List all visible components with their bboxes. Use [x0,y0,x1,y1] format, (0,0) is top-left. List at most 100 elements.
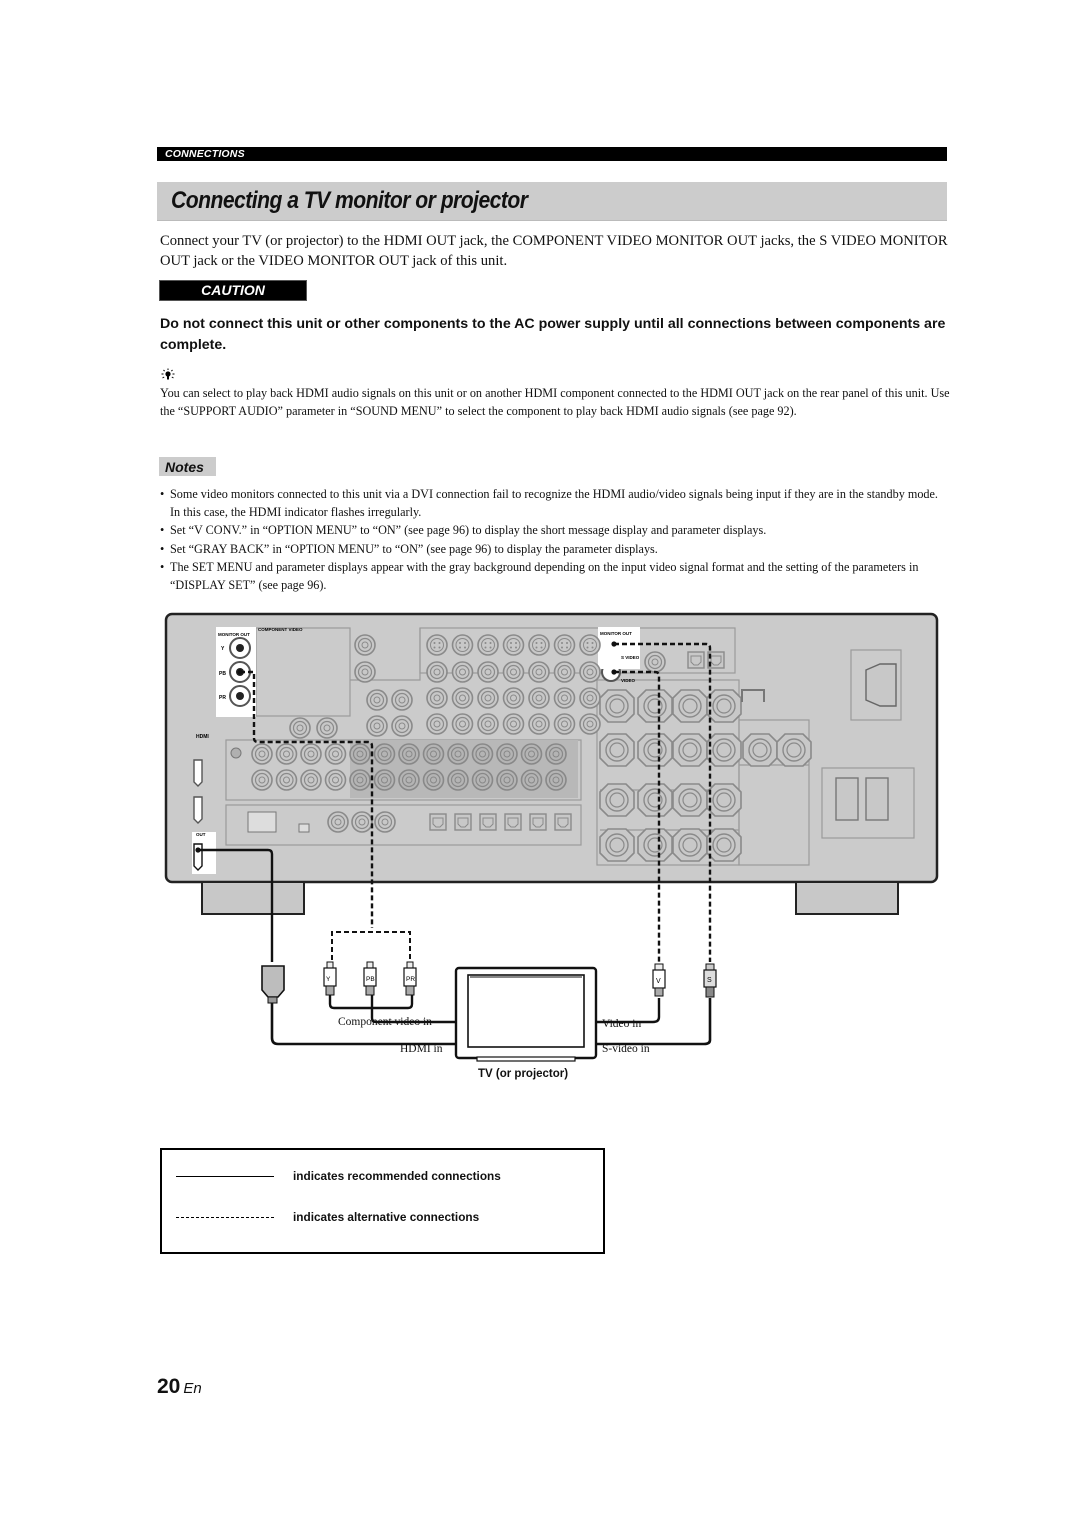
video-input-jack [502,713,525,735]
connection-diagram: MONITOR OUT COMPONENT VIDEO Y PB PR HDMI… [160,605,950,1105]
rca-jack [366,689,388,711]
component-plug: PR [403,961,417,996]
plug-label: Y [326,976,331,983]
plug-label: PB [366,976,375,983]
speaker-terminal [637,828,673,862]
audio-input-jack [373,769,396,791]
optical-input-jack [429,813,447,831]
page-language: En [183,1380,202,1397]
s-video-label: S VIDEO [621,655,640,660]
s-video-input-jack [553,634,576,656]
optical-input-jack [529,813,547,831]
hdmi-label: HDMI [196,734,209,740]
audio-input-jack [275,769,298,791]
note-item: Set “V CONV.” in “OPTION MENU” to “ON” (… [160,522,950,540]
video-input-jack [553,687,576,709]
page-number: 20 En [157,1375,202,1399]
video-input-jack [579,713,601,735]
video-input-jack [502,661,525,683]
notes-list: Some video monitors connected to this un… [160,486,950,595]
audio-input-jack [471,743,494,765]
audio-input-jack [251,743,273,765]
audio-input-jack [324,769,347,791]
audio-input-jack [349,743,371,765]
s-video-input-jack [451,634,474,656]
video-input-jack [451,713,474,735]
video-input-jack [451,661,474,683]
receiver-rear-panel-diagram: MONITOR OUT COMPONENT VIDEO Y PB PR HDMI… [164,612,939,1062]
legend-box: indicates recommended connections indica… [160,1148,605,1254]
rca-jack [366,715,388,737]
rca-jack [354,661,376,683]
audio-input-jack [324,743,347,765]
speaker-terminal [706,828,742,862]
video-input-jack [528,713,550,735]
speaker-terminal [706,733,742,767]
video-plug: V [652,963,666,997]
legend-alternative-text: indicates alternative connections [293,1210,480,1224]
video-input-jack [477,661,499,683]
dashed-line-swatch [176,1217,274,1218]
speaker-terminal [637,689,673,723]
note-item: Set “GRAY BACK” in “OPTION MENU” to “ON”… [160,541,950,559]
rca-jack [391,689,413,711]
tv-monitor [454,966,598,1062]
video-input-jack [477,713,499,735]
optical-jack [687,651,705,669]
audio-input-jack [275,743,298,765]
page-title-bar: Connecting a TV monitor or projector [157,182,947,221]
notes-label: Notes [165,459,204,475]
video-input-jack [426,687,448,709]
intro-paragraph: Connect your TV (or projector) to the HD… [160,233,948,269]
rca-jack [289,717,311,739]
video-input-jack [451,687,474,709]
audio-input-jack [422,769,445,791]
note-item: The SET MENU and parameter displays appe… [160,559,950,594]
speaker-terminal [599,783,635,817]
rs232-port [247,811,277,833]
video-input-jack [426,661,448,683]
audio-input-jack [545,743,567,765]
lightbulb-icon [161,368,175,380]
note-item: Some video monitors connected to this un… [160,486,950,521]
monitor-out-label: MONITOR OUT [218,632,250,637]
ac-inlet [865,663,897,707]
usb-port [298,823,310,833]
speaker-terminal [599,828,635,862]
caution-label: CAUTION [201,282,265,298]
speaker-terminal [672,689,708,723]
optical-input-jack [554,813,572,831]
speaker-terminal [599,689,635,723]
speaker-terminal [637,733,673,767]
monitor-out-label-right: MONITOR OUT [600,631,632,636]
receiver-foot-left [201,881,305,915]
optical-input-jack [479,813,497,831]
rca-jack [374,811,396,833]
audio-input-jack [520,743,543,765]
audio-input-jack [349,769,371,791]
section-label: CONNECTIONS [165,148,245,160]
legend-recommended-text: indicates recommended connections [293,1169,501,1183]
video-input-jack [426,713,448,735]
rca-jack [354,634,376,656]
audio-input-jack [447,769,469,791]
rca-jack [316,717,338,739]
video-in-label: Video in [602,1018,642,1030]
video-input-jack [579,661,601,683]
hdmi-in-jack [193,796,203,824]
speaker-terminal [672,733,708,767]
component-video-label: COMPONENT VIDEO [258,627,303,632]
rca-jack [391,715,413,737]
audio-input-jack [300,743,322,765]
audio-input-jack [496,769,518,791]
hdmi-out-label: OUT [196,832,206,837]
speaker-terminal [599,733,635,767]
plug-label-v: V [656,978,661,985]
ac-outlet [865,777,889,821]
speaker-terminal [672,828,708,862]
component-plug: PB [363,961,377,996]
s-video-input-jack [502,634,525,656]
speaker-terminal [706,689,742,723]
tv-caption: TV (or projector) [478,1068,569,1080]
audio-input-jack [422,743,445,765]
